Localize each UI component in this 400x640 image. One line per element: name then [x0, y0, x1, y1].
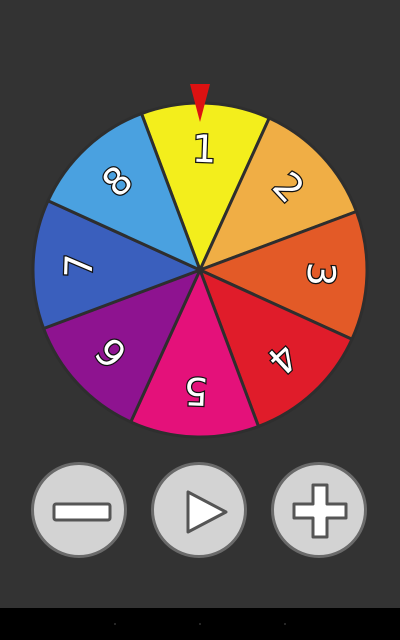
control-bar — [0, 462, 400, 562]
nav-back-dot[interactable] — [114, 623, 116, 625]
wheel-segment-label: 1 — [191, 127, 217, 172]
nav-recent-dot[interactable] — [284, 623, 286, 625]
wheel-graphic[interactable]: 12345678 — [0, 80, 400, 450]
plus-icon — [292, 483, 348, 539]
spin-button[interactable] — [151, 462, 247, 558]
minus-icon — [52, 502, 112, 522]
prize-wheel[interactable]: 12345678 — [0, 80, 400, 450]
play-icon — [186, 490, 228, 534]
nav-home-dot[interactable] — [199, 623, 201, 625]
decrease-segments-button[interactable] — [31, 462, 127, 558]
wheel-segment-label: 3 — [299, 261, 344, 287]
increase-segments-button[interactable] — [271, 462, 367, 558]
system-nav-bar — [0, 608, 400, 640]
wheel-segment-label: 7 — [57, 253, 102, 279]
app-root: 12345678 — [0, 0, 400, 640]
wheel-segment-label: 5 — [183, 369, 209, 414]
